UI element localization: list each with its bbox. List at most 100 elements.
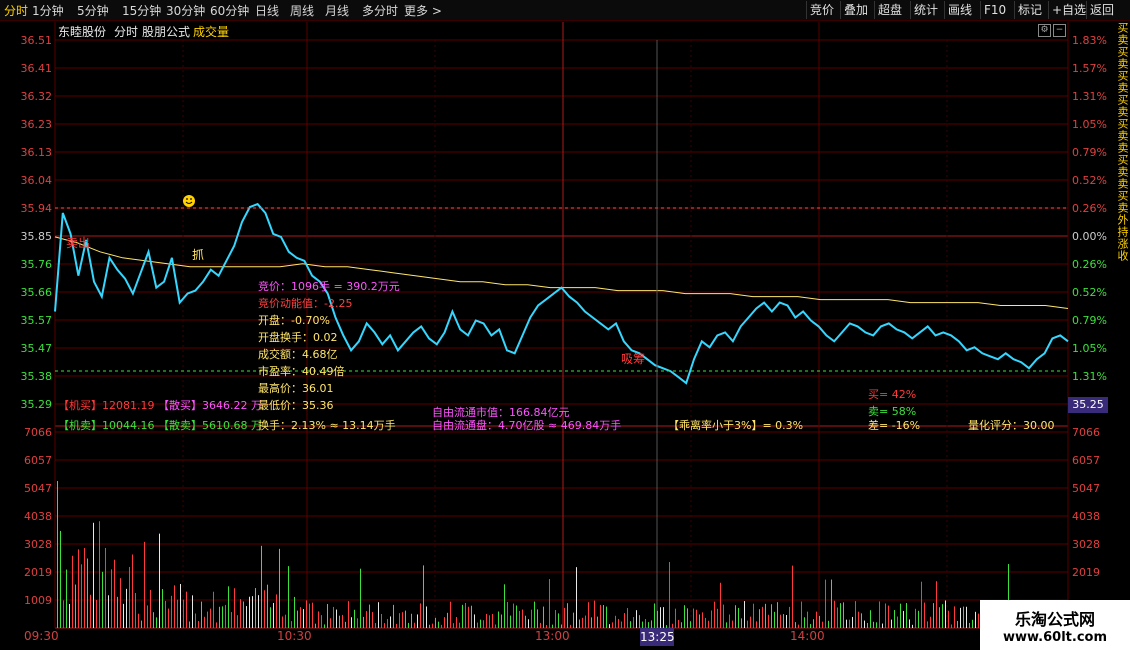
volume-bar bbox=[738, 607, 739, 628]
volume-bar bbox=[879, 601, 880, 628]
volume-bar bbox=[258, 595, 259, 628]
sell-marker: 卖出 bbox=[66, 236, 91, 250]
time-label: 14:00 bbox=[790, 629, 825, 643]
volume-bar bbox=[597, 616, 598, 628]
volume-bar bbox=[483, 620, 484, 628]
volume-bar bbox=[339, 615, 340, 628]
volume-bar bbox=[861, 613, 862, 628]
volume-bar bbox=[729, 614, 730, 628]
volume-bar bbox=[312, 602, 313, 628]
volume-bar bbox=[189, 621, 190, 628]
volume-bar bbox=[93, 522, 94, 628]
volume-bar bbox=[900, 603, 901, 628]
volume-bar bbox=[165, 600, 166, 628]
volume-bar bbox=[579, 619, 580, 628]
volume-bar bbox=[699, 614, 700, 628]
volume-bar bbox=[267, 584, 268, 628]
volume-bar bbox=[468, 606, 469, 628]
volume-bar bbox=[336, 609, 337, 628]
volume-bar bbox=[375, 623, 376, 628]
volume-bar bbox=[300, 607, 301, 628]
volume-bar bbox=[315, 623, 316, 628]
volume-bar bbox=[279, 548, 280, 628]
volume-bar bbox=[957, 620, 958, 628]
volume-bar bbox=[441, 624, 442, 628]
volume-bar bbox=[342, 614, 343, 628]
volume-bar bbox=[708, 620, 709, 628]
volume-bar bbox=[417, 614, 418, 628]
volume-bar bbox=[723, 604, 724, 628]
auction-momentum-text: 竞价动能值：-2.25 bbox=[258, 297, 353, 310]
volume-bar bbox=[777, 602, 778, 628]
volume-bar bbox=[828, 620, 829, 628]
volume-bar bbox=[264, 590, 265, 628]
volume-bar bbox=[72, 555, 73, 628]
volume-bar bbox=[831, 579, 832, 628]
volume-bar bbox=[918, 610, 919, 628]
volume-bar bbox=[369, 604, 370, 628]
volume-bar bbox=[795, 622, 796, 628]
volume-bar bbox=[864, 620, 865, 628]
volume-bar bbox=[243, 601, 244, 628]
volume-bar bbox=[540, 622, 541, 628]
volume-bar bbox=[477, 622, 478, 628]
volume-bar bbox=[66, 569, 67, 628]
volume-bar bbox=[201, 601, 202, 628]
minus-icon[interactable]: − bbox=[1053, 24, 1066, 37]
volume-bar bbox=[714, 601, 715, 628]
volume-bar bbox=[96, 599, 97, 628]
volume-bar bbox=[129, 566, 130, 628]
volume-bar bbox=[171, 595, 172, 628]
volume-bar bbox=[840, 603, 841, 628]
volume-bar bbox=[324, 624, 325, 628]
volume-bar bbox=[237, 615, 238, 628]
volume-bar bbox=[396, 623, 397, 628]
volume-bar bbox=[408, 622, 409, 628]
volume-bar bbox=[351, 617, 352, 628]
volume-bar bbox=[198, 620, 199, 628]
volume-bar bbox=[582, 617, 583, 628]
intraday-chart[interactable] bbox=[0, 0, 1130, 650]
volume-bar bbox=[168, 608, 169, 628]
volume-bar bbox=[555, 609, 556, 628]
volume-bar bbox=[303, 609, 304, 628]
volume-bar bbox=[426, 606, 427, 628]
volume-bar bbox=[645, 619, 646, 628]
volume-bar bbox=[222, 606, 223, 628]
volume-bar bbox=[69, 603, 70, 628]
volume-bar bbox=[180, 583, 181, 628]
volume-bar bbox=[750, 616, 751, 628]
volume-bar bbox=[951, 624, 952, 628]
volume-bar bbox=[885, 603, 886, 628]
volume-bar bbox=[882, 623, 883, 628]
volume-bar bbox=[825, 579, 826, 628]
volume-bar bbox=[153, 612, 154, 628]
volume-bar bbox=[876, 622, 877, 628]
volume-bar bbox=[270, 607, 271, 628]
volume-bar bbox=[954, 606, 955, 628]
diff-pct-text: 差= -16% bbox=[868, 419, 921, 432]
volume-bar bbox=[576, 567, 577, 628]
volume-bar bbox=[423, 565, 424, 628]
volume-bar bbox=[162, 589, 163, 628]
volume-bar bbox=[387, 619, 388, 628]
volume-bar bbox=[138, 613, 139, 628]
volume-bar bbox=[735, 605, 736, 628]
volume-bar bbox=[360, 568, 361, 628]
settings-icon[interactable]: ⚙ bbox=[1038, 24, 1051, 37]
volume-bar bbox=[924, 602, 925, 628]
volume-bar bbox=[927, 621, 928, 628]
volume-bar bbox=[681, 622, 682, 628]
volume-bar bbox=[675, 608, 676, 628]
volume-bar bbox=[564, 607, 565, 628]
volume-bar bbox=[903, 610, 904, 628]
auction-price-text: 竞价：1096手 = 390.2万元 bbox=[258, 280, 400, 293]
volume-bar bbox=[633, 617, 634, 628]
volume-bar bbox=[150, 589, 151, 628]
volume-bar bbox=[849, 619, 850, 628]
volume-bar bbox=[402, 612, 403, 628]
volume-bar bbox=[747, 620, 748, 628]
volume-bar bbox=[552, 624, 553, 628]
volume-bar bbox=[858, 611, 859, 628]
volume-bar bbox=[285, 614, 286, 628]
